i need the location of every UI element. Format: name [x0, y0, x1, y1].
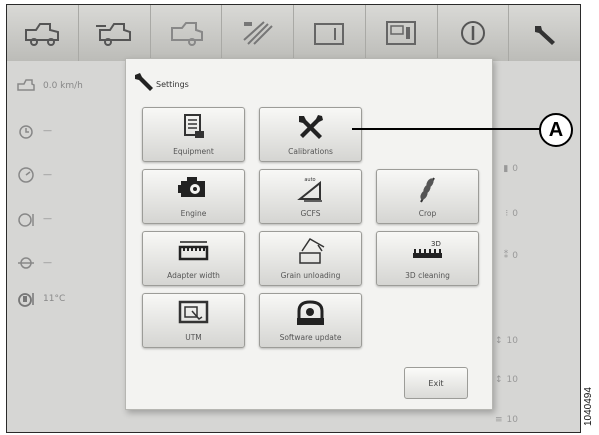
display-icon	[386, 21, 417, 45]
tile-label: Calibrations	[288, 147, 333, 156]
status-speed: 0.0 km/h	[17, 77, 83, 95]
combine-icon	[17, 79, 35, 91]
equipment-icon	[184, 114, 204, 138]
clock-icon	[19, 125, 33, 139]
tile-label: GCFS	[300, 209, 321, 218]
rotor-icon: ↕	[495, 336, 503, 346]
tile-label: Equipment	[173, 147, 214, 156]
calibrations-icon	[299, 115, 323, 139]
calibrations-button[interactable]: Calibrations	[259, 107, 362, 162]
status-temperature: 11°C	[17, 290, 65, 308]
exit-button[interactable]: Exit	[404, 367, 468, 399]
axle-value: —	[43, 258, 52, 268]
equipment-button[interactable]: Equipment	[142, 107, 245, 162]
3d-cleaning-button[interactable]: 3D 3D cleaning	[376, 231, 479, 286]
figure-number: 1040494	[583, 387, 594, 426]
right-readout-2: ⁝ 0	[505, 209, 518, 219]
right-value: 10	[506, 415, 518, 425]
status-level: —	[17, 210, 52, 228]
fan-icon: ↕	[495, 375, 503, 385]
tile-label: Crop	[418, 209, 437, 218]
callout-leader-line	[352, 128, 542, 130]
software-update-button[interactable]: Software update	[259, 293, 362, 348]
utm-button[interactable]: UTM	[142, 293, 245, 348]
tab-combine[interactable]	[7, 5, 79, 61]
field-icon	[314, 23, 345, 45]
tab-harvest[interactable]	[150, 5, 223, 61]
right-readout-6: ≡ 10	[495, 415, 518, 425]
software-update-icon	[297, 300, 324, 325]
grain-icon: ▮	[503, 164, 509, 174]
adapter-width-button[interactable]: Adapter width	[142, 231, 245, 286]
callout-label: A	[539, 113, 573, 147]
combine-header-icon	[96, 23, 132, 46]
engine-button[interactable]: Engine	[142, 169, 245, 224]
engine-icon	[178, 177, 205, 197]
grain-unloading-icon	[299, 238, 325, 264]
tab-settings[interactable]	[509, 5, 580, 61]
crop-button[interactable]: Crop	[376, 169, 479, 224]
gcfs-icon-text: auto	[304, 177, 315, 183]
crop-icon	[420, 177, 435, 203]
grain-unloading-button[interactable]: Grain unloading	[259, 231, 362, 286]
wrench-icon	[534, 26, 555, 45]
temperature-value: 11°C	[43, 294, 66, 304]
wrench-icon	[135, 73, 153, 91]
tab-info[interactable]	[437, 5, 510, 61]
tile-label: 3D cleaning	[405, 271, 450, 280]
level-icon	[18, 213, 34, 227]
status-axle: —	[17, 254, 52, 272]
tile-label: Engine	[180, 209, 207, 218]
tile-label: UTM	[185, 333, 202, 342]
3d-cleaning-icon: 3D	[413, 240, 442, 258]
screen: 0.0 km/h — — — — 11°C ▮ 0 ⁝ 0 ⁑ 0 ↕ 10 ↕ 10 ≡…	[6, 4, 581, 433]
grain-loss-icon	[242, 21, 273, 45]
status-fuel: —	[17, 166, 52, 184]
sieve-icon: ⁑	[503, 251, 509, 261]
tab-combine-header[interactable]	[78, 5, 151, 61]
right-value: 0	[512, 164, 518, 174]
dialog-title: Settings	[156, 80, 189, 89]
tile-label: Grain unloading	[280, 271, 341, 280]
tile-label: Adapter width	[167, 271, 220, 280]
right-readout-1: ▮ 0	[503, 164, 518, 174]
right-value: 0	[512, 209, 518, 219]
tab-grain[interactable]	[222, 5, 294, 61]
right-value: 0	[512, 251, 518, 261]
engine-hours-value: —	[43, 126, 52, 136]
utm-icon	[178, 300, 209, 324]
gauge-icon	[18, 167, 34, 183]
thermometer-icon	[18, 293, 34, 307]
level-value: —	[43, 214, 52, 224]
tab-display[interactable]	[365, 5, 438, 61]
speed-value: 0.0 km/h	[43, 81, 83, 91]
harvest-icon	[170, 22, 203, 46]
gcfs-icon: auto	[297, 177, 322, 202]
right-readout-3: ⁑ 0	[504, 251, 518, 261]
tab-bar	[7, 5, 580, 61]
right-value: 10	[506, 336, 518, 346]
fuel-value: —	[43, 170, 52, 180]
settings-dialog: Settings Equipment Calibrations Engine a…	[125, 58, 493, 410]
info-icon	[460, 21, 485, 45]
right-readout-5: ↕ 10	[495, 375, 518, 385]
status-engine-hours: —	[17, 122, 52, 140]
concave-icon: ≡	[495, 415, 503, 425]
gcfs-button[interactable]: auto GCFS	[259, 169, 362, 224]
cleaning-icon-text: 3D	[431, 240, 441, 248]
tab-field[interactable]	[294, 5, 366, 61]
adapter-width-icon	[178, 241, 209, 261]
right-readout-4: ↕ 10	[495, 336, 518, 346]
grain-icon: ⁝	[505, 209, 509, 219]
axle-icon	[18, 257, 34, 269]
tile-label: Software update	[279, 333, 342, 342]
combine-icon	[25, 23, 60, 46]
right-value: 10	[506, 375, 518, 385]
